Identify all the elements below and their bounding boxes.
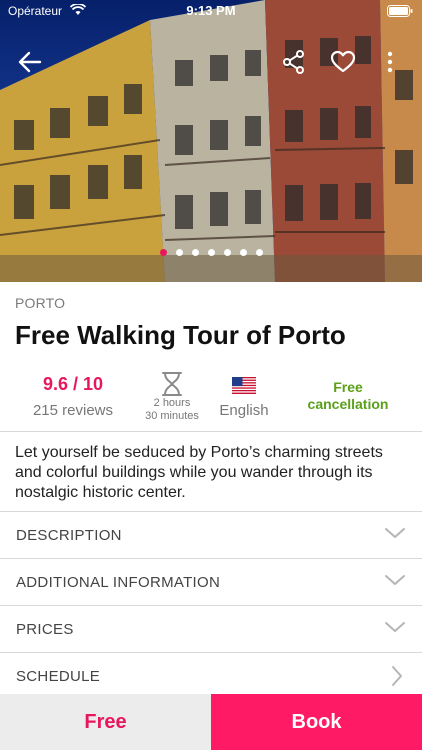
hero-photo[interactable]: Opérateur 9:13 PM	[0, 0, 422, 282]
section-label: SCHEDULE	[16, 668, 101, 685]
share-icon	[283, 50, 304, 74]
chevron-down-icon	[385, 622, 405, 632]
city-label: PORTO	[15, 295, 66, 311]
reviews-link[interactable]: 215 reviews	[0, 402, 146, 419]
section-schedule[interactable]: SCHEDULE	[0, 653, 422, 699]
section-description[interactable]: DESCRIPTION	[0, 512, 422, 558]
price-button[interactable]: Free	[0, 694, 211, 750]
section-label: ADDITIONAL INFORMATION	[16, 574, 221, 591]
battery-icon	[387, 5, 413, 17]
gallery-dot[interactable]	[207, 249, 215, 256]
arrow-left-icon	[18, 51, 42, 73]
free-cancellation-badge: Free cancellation	[290, 379, 406, 413]
hourglass-icon	[162, 372, 182, 396]
chevron-down-icon	[385, 575, 405, 585]
cancellation-line-1: Free	[333, 379, 363, 395]
duration-hours: 2 hours	[153, 397, 191, 409]
favorite-button[interactable]	[329, 48, 357, 76]
booking-bar: Free Book	[0, 694, 422, 750]
gallery-dot[interactable]	[175, 249, 183, 256]
section-prices[interactable]: PRICES	[0, 606, 422, 652]
share-button[interactable]	[280, 48, 308, 76]
clock-label: 9:13 PM	[186, 3, 236, 18]
more-options-button[interactable]	[382, 48, 398, 76]
book-button[interactable]: Book	[211, 694, 422, 750]
tour-summary: Let yourself be seduced by Porto’s charm…	[15, 444, 383, 501]
gallery-dot[interactable]	[191, 249, 199, 256]
building-facade-image	[0, 0, 422, 282]
section-label: PRICES	[16, 621, 74, 638]
gallery-dot[interactable]	[255, 249, 263, 256]
status-bar: Opérateur 9:13 PM	[0, 0, 422, 22]
chevron-down-icon	[385, 528, 405, 538]
divider	[0, 431, 422, 432]
heart-outline-icon	[330, 50, 356, 73]
duration-minutes: 30 minutes	[145, 410, 199, 422]
back-button[interactable]	[14, 48, 46, 76]
gallery-dot[interactable]	[159, 249, 167, 256]
language-label: English	[219, 402, 269, 419]
section-label: DESCRIPTION	[16, 527, 122, 544]
cancellation-line-2: cancellation	[307, 396, 389, 412]
gallery-pager[interactable]	[0, 249, 422, 256]
gallery-dot[interactable]	[239, 249, 247, 256]
more-vertical-icon	[387, 51, 393, 73]
gallery-dot[interactable]	[223, 249, 231, 256]
chevron-right-icon	[392, 666, 402, 686]
tour-title: Free Walking Tour of Porto	[15, 320, 346, 350]
duration-label: 2 hours 30 minutes	[134, 397, 210, 423]
tour-stats: 9.6 / 10 215 reviews 2 hours 30 minutes …	[0, 364, 422, 430]
us-flag-icon	[232, 377, 256, 394]
section-additional-information[interactable]: ADDITIONAL INFORMATION	[0, 559, 422, 605]
rating-score: 9.6 / 10	[42, 374, 104, 394]
